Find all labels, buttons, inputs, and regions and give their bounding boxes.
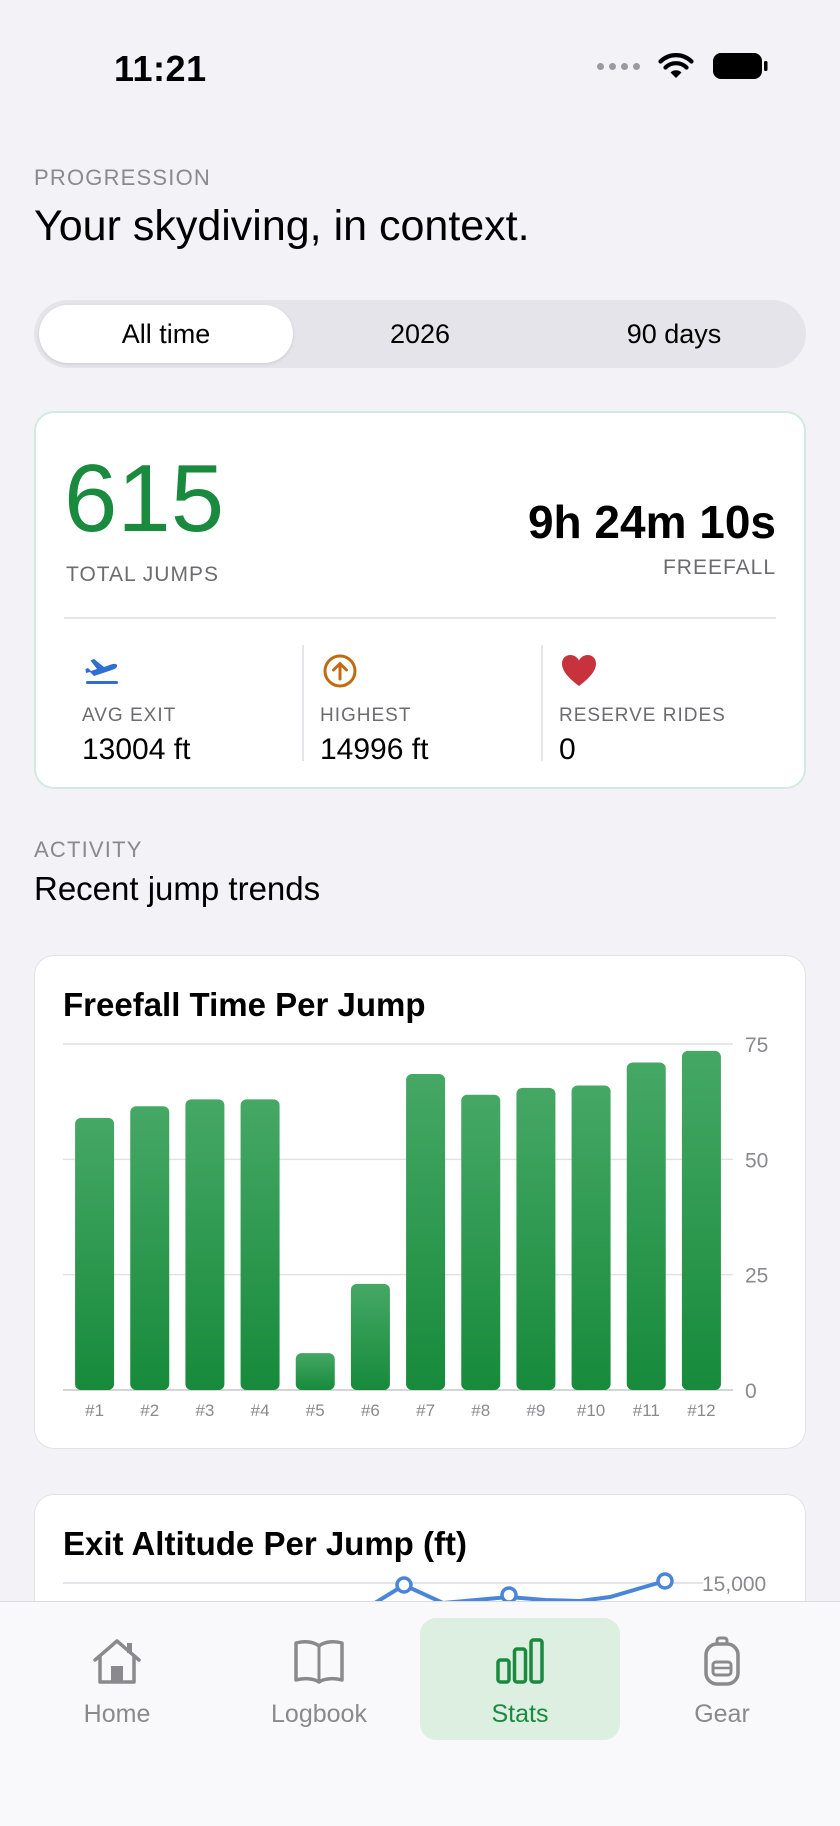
- x-tick-label: #2: [140, 1401, 159, 1420]
- bar[interactable]: [406, 1073, 446, 1390]
- activity-title: Recent jump trends: [34, 870, 321, 907]
- x-tick-label: #10: [577, 1401, 605, 1420]
- bar[interactable]: [130, 1106, 170, 1390]
- bar[interactable]: [75, 1117, 115, 1390]
- bar-chart-icon: [496, 1638, 544, 1684]
- highest-label: HIGHEST: [320, 705, 412, 726]
- highest-stat: HIGHEST 14996 ft: [304, 645, 542, 766]
- tab-gear[interactable]: Gear: [622, 1618, 822, 1740]
- y-tick-label: 25: [745, 1265, 768, 1288]
- status-bar: 11:21: [0, 0, 840, 130]
- bar[interactable]: [681, 1050, 721, 1390]
- total-jumps-value: 615: [64, 445, 225, 552]
- tab-home-label: Home: [83, 1700, 151, 1728]
- x-tick-label: #4: [251, 1401, 270, 1420]
- bar[interactable]: [516, 1087, 556, 1390]
- bar[interactable]: [295, 1353, 335, 1390]
- x-tick-label: #3: [195, 1401, 214, 1420]
- tab-stats[interactable]: Stats: [420, 1618, 620, 1740]
- freefall-label: FREEFALL: [662, 556, 776, 579]
- reserve-rides-label: RESERVE RIDES: [559, 705, 726, 726]
- tab-logbook-label: Logbook: [271, 1700, 367, 1728]
- x-tick-label: #11: [633, 1401, 660, 1420]
- status-icons: [597, 52, 768, 80]
- tab-logbook[interactable]: Logbook: [219, 1618, 419, 1740]
- data-point: [395, 1576, 413, 1594]
- range-option-all-time[interactable]: All time: [39, 305, 293, 363]
- tab-gear-label: Gear: [694, 1700, 750, 1728]
- wifi-icon: [658, 53, 694, 78]
- range-selector: All time 2026 90 days: [34, 300, 806, 368]
- tab-home[interactable]: Home: [17, 1618, 217, 1740]
- bar[interactable]: [350, 1283, 390, 1390]
- bar[interactable]: [240, 1099, 280, 1390]
- arrow-up-circle-icon: [323, 654, 357, 688]
- signal-dots-icon: [597, 62, 640, 70]
- bar[interactable]: [571, 1085, 611, 1390]
- data-point: [500, 1586, 518, 1604]
- highest-value: 14996 ft: [320, 733, 429, 766]
- range-option-2026[interactable]: 2026: [293, 305, 547, 363]
- freefall-bar-chart: 0 25 50 75 #1 #2 #3 #4 #5 #6 #7 #8 #9 #10 #11 #12: [63, 1034, 768, 1420]
- exit-altitude-series-line: [373, 1579, 666, 1606]
- summary-card: 615 TOTAL JUMPS 9h 24m 10s FREEFALL AVG …: [34, 411, 806, 789]
- backpack-icon: [704, 1636, 740, 1686]
- activity-eyebrow: ACTIVITY: [34, 837, 143, 862]
- data-point: [656, 1572, 674, 1590]
- book-icon: [294, 1640, 344, 1684]
- total-jumps-label: TOTAL JUMPS: [66, 563, 219, 586]
- x-tick-label: #5: [306, 1401, 325, 1420]
- avg-exit-value: 13004 ft: [82, 733, 191, 766]
- tab-stats-label: Stats: [491, 1700, 549, 1728]
- y-tick-label: 0: [745, 1380, 757, 1403]
- bar[interactable]: [461, 1094, 501, 1390]
- avg-exit-stat: AVG EXIT 13004 ft: [66, 645, 304, 766]
- tab-bar: Home Logbook Stats Gear: [0, 1601, 840, 1826]
- x-tick-label: #12: [687, 1401, 715, 1420]
- airplane-takeoff-icon: [85, 659, 118, 684]
- y-tick-label: 50: [745, 1149, 768, 1172]
- freefall-time-value: 9h 24m 10s: [527, 496, 776, 548]
- page-title: Your skydiving, in context.: [34, 202, 530, 250]
- range-option-90-days[interactable]: 90 days: [547, 305, 801, 363]
- x-tick-label: #6: [361, 1401, 380, 1420]
- battery-icon: [713, 53, 768, 79]
- bar[interactable]: [626, 1062, 666, 1390]
- heart-icon: [562, 655, 596, 686]
- reserve-rides-value: 0: [559, 733, 576, 766]
- y-tick-label: 75: [745, 1034, 768, 1057]
- status-time: 11:21: [114, 48, 207, 89]
- summary-divider: [64, 617, 776, 619]
- reserve-rides-stat: RESERVE RIDES 0: [543, 645, 781, 766]
- bar[interactable]: [185, 1099, 225, 1390]
- x-tick-label: #9: [526, 1401, 545, 1420]
- avg-exit-label: AVG EXIT: [82, 705, 177, 726]
- freefall-chart-card: Freefall Time Per Jump 0 25 50 75 #1 #2 #3 #4 #5…: [34, 955, 806, 1449]
- progression-eyebrow: PROGRESSION: [34, 165, 212, 190]
- x-tick-label: #7: [416, 1401, 435, 1420]
- home-icon: [93, 1639, 141, 1684]
- y-tick-label: 15,000: [702, 1573, 766, 1596]
- x-tick-label: #8: [471, 1401, 490, 1420]
- x-tick-label: #1: [85, 1401, 104, 1420]
